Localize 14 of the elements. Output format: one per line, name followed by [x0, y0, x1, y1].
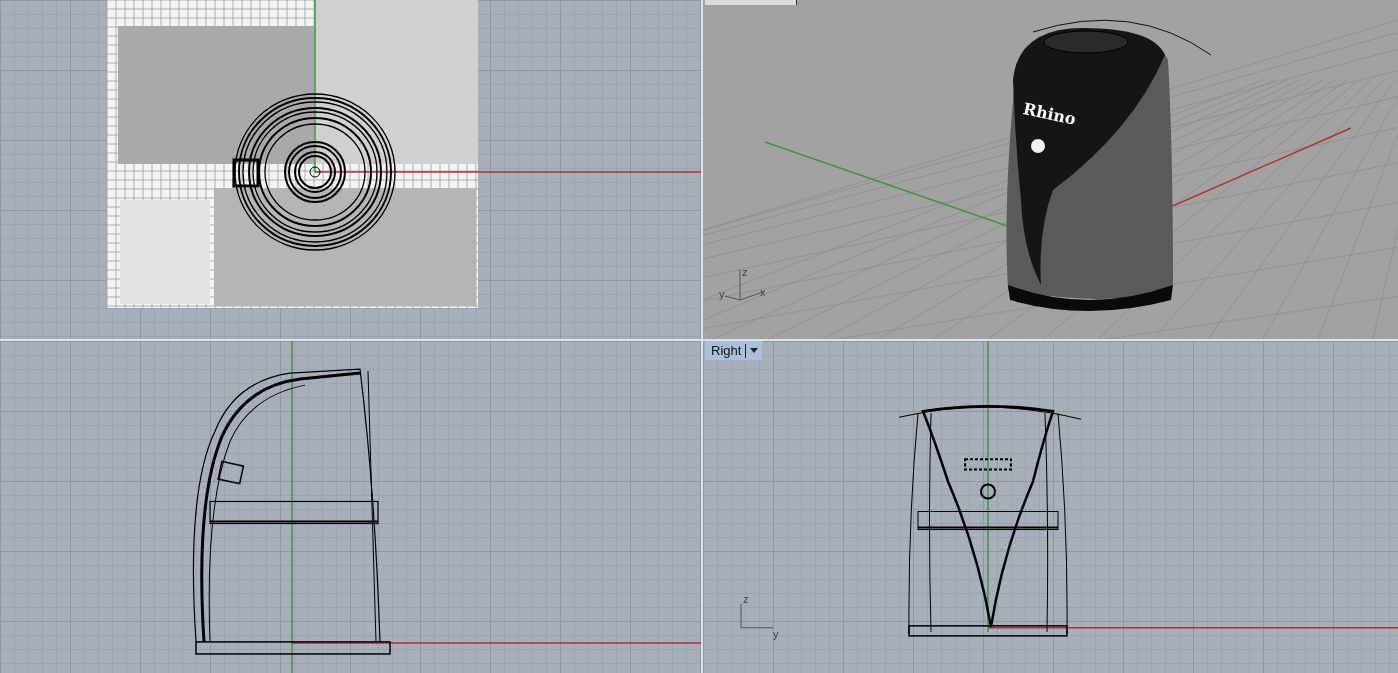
- axis-label: z: [743, 592, 749, 605]
- viewport[interactable]: [0, 0, 701, 339]
- viewport[interactable]: z y Right: [703, 341, 1398, 673]
- viewport-tab[interactable]: Right: [705, 341, 763, 360]
- viewport[interactable]: Rhino z y x: [703, 0, 1398, 339]
- axis-label: y: [773, 627, 779, 640]
- axis-icon: [724, 269, 764, 301]
- logo-wireframe: [964, 458, 1012, 471]
- caret-icon: [750, 348, 759, 353]
- model-logo: Rhino: [1021, 99, 1078, 129]
- axis-label: z: [742, 266, 748, 278]
- axis-label: y: [719, 288, 725, 300]
- axis-label: x: [760, 286, 766, 298]
- axis-icon: [740, 603, 774, 629]
